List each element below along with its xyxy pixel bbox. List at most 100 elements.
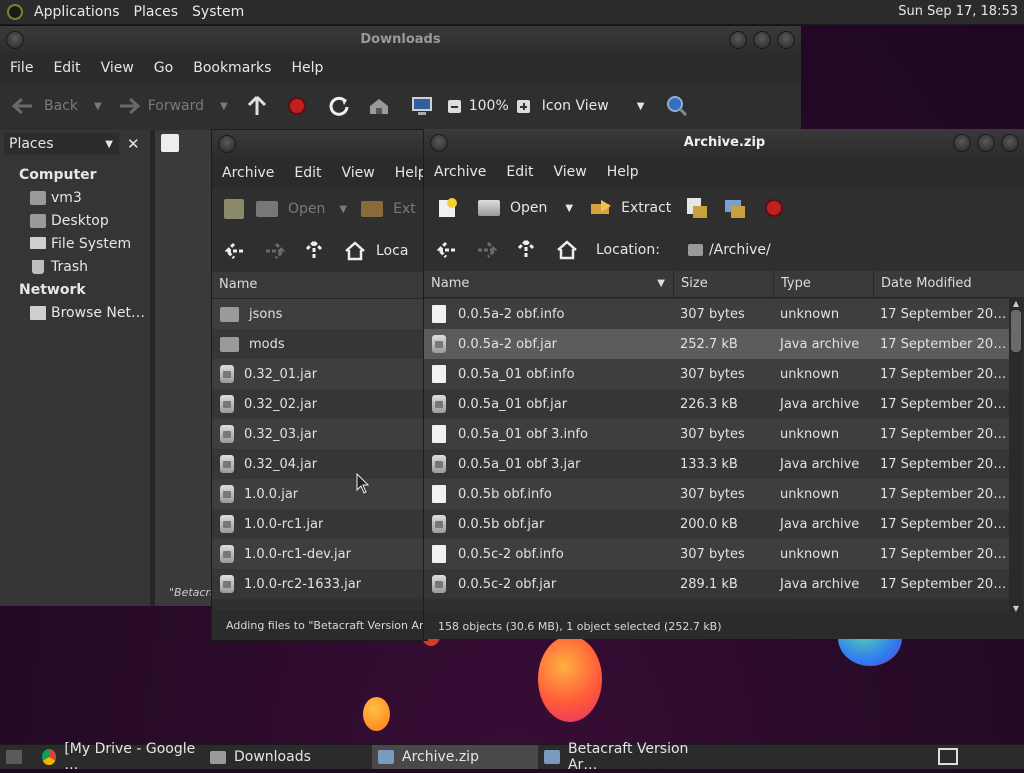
scroll-up-icon[interactable]: ▲: [1009, 299, 1023, 308]
minimize-icon[interactable]: [729, 31, 747, 49]
menu-go[interactable]: Go: [144, 60, 183, 76]
minimize-icon[interactable]: [953, 134, 971, 152]
extract-icon[interactable]: [589, 198, 613, 218]
table-row[interactable]: 0.0.5a-2 obf.info 307 bytes unknown 17 Sept…: [424, 299, 1009, 329]
taskbar-item-betacraft[interactable]: Betacraft Version Ar…: [538, 741, 728, 773]
back-button[interactable]: Back ▼: [10, 96, 102, 116]
back-arrow-icon[interactable]: [436, 240, 458, 260]
show-desktop-icon[interactable]: [6, 750, 22, 764]
list-item[interactable]: 1.0.0-rc1-dev.jar: [212, 539, 427, 569]
list-item[interactable]: 0.32_01.jar: [212, 359, 427, 389]
system-menu[interactable]: System: [185, 4, 251, 20]
table-row[interactable]: 0.0.5b obf.jar 200.0 kB Java archive 17 Sep…: [424, 509, 1009, 539]
places-item-browse-network[interactable]: Browse Net…: [0, 302, 150, 325]
open-button[interactable]: Open: [510, 200, 547, 216]
open-button[interactable]: Open: [288, 201, 325, 217]
list-item[interactable]: 0.32_02.jar: [212, 389, 427, 419]
table-row[interactable]: 0.0.5c-2 obf.info 307 bytes unknown 17 Sept…: [424, 539, 1009, 569]
open-archive-icon[interactable]: [478, 200, 500, 216]
taskbar-item-google-drive[interactable]: [My Drive - Google …: [36, 741, 204, 773]
menu-view[interactable]: View: [91, 60, 144, 76]
reload-icon[interactable]: [328, 95, 350, 117]
chevron-down-icon[interactable]: ▼: [220, 101, 228, 112]
list-item[interactable]: 0.32_03.jar: [212, 419, 427, 449]
computer-icon[interactable]: [410, 95, 434, 117]
column-name[interactable]: Name: [212, 272, 427, 298]
home-icon[interactable]: [344, 241, 366, 261]
back-arrow-icon[interactable]: [224, 241, 246, 261]
clock[interactable]: Sun Sep 17, 18:53: [898, 4, 1018, 19]
table-row[interactable]: 0.0.5a_01 obf.jar 226.3 kB Java archive 17 …: [424, 389, 1009, 419]
column-date-modified[interactable]: Date Modified: [874, 271, 1009, 297]
chevron-down-icon[interactable]: ▼: [339, 204, 347, 215]
downloads-titlebar[interactable]: Downloads: [0, 26, 801, 54]
home-icon[interactable]: [368, 96, 390, 116]
stop-icon[interactable]: [287, 97, 306, 115]
menu-bookmarks[interactable]: Bookmarks: [183, 60, 281, 76]
window-menu-icon[interactable]: [430, 134, 448, 152]
new-archive-icon[interactable]: [224, 199, 244, 219]
table-row[interactable]: 0.0.5c-2 obf.jar 289.1 kB Java archive 17 S…: [424, 569, 1009, 599]
list-item[interactable]: mods: [212, 329, 427, 359]
search-icon[interactable]: [666, 95, 688, 117]
view-mode-select[interactable]: Icon View: [542, 98, 609, 114]
home-icon[interactable]: [556, 240, 578, 260]
window-menu-icon[interactable]: [218, 135, 236, 153]
window-menu-icon[interactable]: [6, 31, 24, 49]
menu-help[interactable]: Help: [281, 60, 333, 76]
close-icon[interactable]: [1001, 134, 1019, 152]
add-files-icon[interactable]: [685, 196, 709, 220]
zoom-out-icon[interactable]: [447, 99, 461, 113]
table-row[interactable]: 0.0.5a_01 obf 3.jar 133.3 kB Java archive 1…: [424, 449, 1009, 479]
menu-view[interactable]: View: [332, 165, 385, 181]
close-sidebar-icon[interactable]: ✕: [127, 135, 140, 153]
table-row[interactable]: 0.0.5a-2 obf.jar 252.7 kB Java archive 17 S…: [424, 329, 1009, 359]
close-icon[interactable]: [777, 31, 795, 49]
places-item-desktop[interactable]: Desktop: [0, 210, 150, 233]
archive-titlebar[interactable]: Archive.zip: [424, 129, 1024, 157]
column-size[interactable]: Size: [674, 271, 774, 297]
list-item[interactable]: 1.0.0-rc2-1633.jar: [212, 569, 427, 599]
downloads-content-area[interactable]: "Betacra: [155, 130, 217, 606]
scroll-down-icon[interactable]: ▼: [1009, 604, 1023, 613]
places-item-file-system[interactable]: File System: [0, 233, 150, 256]
list-item[interactable]: jsons: [212, 299, 427, 329]
menu-archive[interactable]: Archive: [424, 164, 496, 180]
up-arrow-icon[interactable]: [246, 95, 268, 117]
zoom-in-icon[interactable]: [516, 99, 530, 113]
list-item[interactable]: 1.0.0-rc1.jar: [212, 509, 427, 539]
chevron-down-icon[interactable]: ▼: [565, 203, 573, 214]
extract-icon[interactable]: [361, 201, 384, 217]
forward-arrow-icon[interactable]: [264, 241, 286, 261]
forward-button[interactable]: Forward ▼: [116, 96, 228, 116]
forward-arrow-icon[interactable]: [476, 240, 498, 260]
stop-icon[interactable]: [765, 199, 784, 217]
taskbar-item-downloads[interactable]: Downloads: [204, 745, 372, 769]
table-row[interactable]: 0.0.5a_01 obf.info 307 bytes unknown 17 Sep…: [424, 359, 1009, 389]
menu-edit[interactable]: Edit: [496, 164, 543, 180]
scrollbar-thumb[interactable]: [1011, 310, 1021, 352]
up-arrow-icon[interactable]: [516, 239, 536, 261]
menu-edit[interactable]: Edit: [43, 60, 90, 76]
vertical-scrollbar[interactable]: ▲ ▼: [1009, 299, 1023, 613]
menu-archive[interactable]: Archive: [212, 165, 284, 181]
column-name[interactable]: Name ▼: [424, 271, 674, 297]
applications-menu[interactable]: Applications: [27, 4, 127, 20]
places-select[interactable]: Places ▼: [4, 133, 119, 155]
extract-button[interactable]: Ext: [393, 201, 416, 217]
gnome-foot-icon[interactable]: [7, 4, 23, 20]
places-item-vm3[interactable]: vm3: [0, 187, 150, 210]
add-folder-icon[interactable]: [723, 196, 747, 220]
table-row[interactable]: 0.0.5b obf.info 307 bytes unknown 17 Septem…: [424, 479, 1009, 509]
places-item-trash[interactable]: Trash: [0, 256, 150, 279]
new-archive-icon[interactable]: [436, 197, 458, 219]
betacraft-titlebar[interactable]: [212, 130, 427, 158]
chevron-down-icon[interactable]: ▼: [637, 101, 645, 112]
maximize-icon[interactable]: [977, 134, 995, 152]
extract-button[interactable]: Extract: [621, 200, 671, 216]
list-item[interactable]: 0.32_04.jar: [212, 449, 427, 479]
menu-view[interactable]: View: [544, 164, 597, 180]
menu-edit[interactable]: Edit: [284, 165, 331, 181]
list-item[interactable]: 1.0.0.jar: [212, 479, 427, 509]
places-menu[interactable]: Places: [127, 4, 186, 20]
